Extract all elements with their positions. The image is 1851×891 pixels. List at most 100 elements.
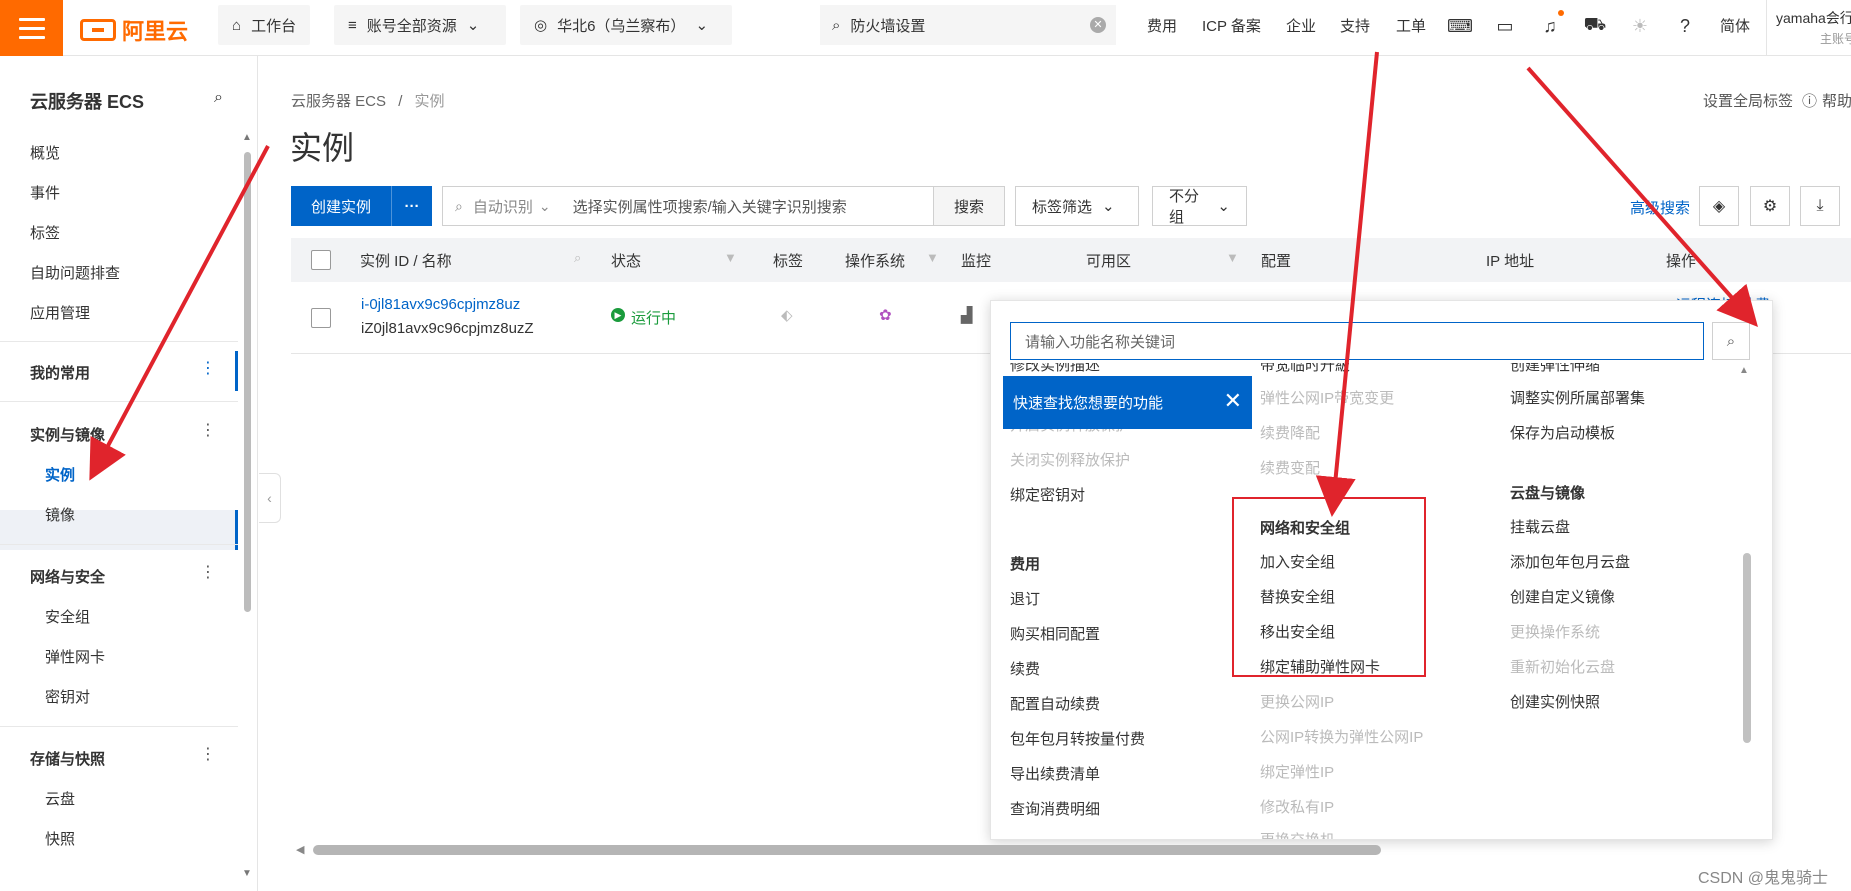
- popup-item[interactable]: 包年包月转按量付费: [1010, 728, 1145, 749]
- sidebar-item-tags[interactable]: 标签: [30, 222, 60, 243]
- global-tags-link[interactable]: 设置全局标签: [1703, 90, 1793, 111]
- popup-item[interactable]: 配置自动续费: [1010, 693, 1100, 714]
- sidebar-group-instances[interactable]: 实例与镜像: [30, 424, 105, 445]
- nav-link-enterprise[interactable]: 企业: [1286, 15, 1316, 36]
- region-dropdown[interactable]: ◎ 华北6（乌兰察布） ⌄: [520, 5, 732, 45]
- nav-link-fees[interactable]: 费用: [1147, 15, 1177, 36]
- sidebar-item-keypair[interactable]: 密钥对: [45, 686, 90, 707]
- workbench-button[interactable]: ⌂ 工作台: [218, 5, 311, 45]
- lightbulb-icon[interactable]: ☀: [1628, 14, 1652, 38]
- popup-item[interactable]: 续费: [1010, 658, 1040, 679]
- popup-item[interactable]: 绑定密钥对: [1010, 484, 1085, 505]
- breadcrumb-root[interactable]: 云服务器 ECS: [291, 93, 386, 110]
- resources-dropdown[interactable]: ≡ 账号全部资源 ⌄: [334, 5, 506, 45]
- divider: [1766, 0, 1767, 56]
- instance-filter-input[interactable]: ⌕ 自动识别 ⌄ 选择实例属性项搜索/输入关键字识别搜索: [442, 186, 934, 226]
- sidebar-group-favorite[interactable]: 我的常用: [30, 362, 90, 383]
- clear-icon[interactable]: ✕: [1090, 17, 1106, 33]
- global-search-input[interactable]: ⌕ 防火墙设置 ✕: [820, 5, 1116, 45]
- sidebar-item-images[interactable]: 镜像: [45, 504, 75, 525]
- scroll-up-icon[interactable]: ▲: [1739, 365, 1749, 376]
- tag-icon[interactable]: ⬖: [781, 306, 793, 324]
- layers-icon[interactable]: ◈: [1699, 186, 1739, 226]
- sidebar-item-instances[interactable]: 实例: [45, 464, 75, 485]
- popup-item[interactable]: 创建实例快照: [1510, 691, 1600, 712]
- sidebar-group-network[interactable]: 网络与安全: [30, 566, 105, 587]
- sidebar-item-events[interactable]: 事件: [30, 182, 60, 203]
- chevron-down-icon: ⌄: [1102, 198, 1115, 215]
- list-icon: ≡: [348, 16, 357, 34]
- more-icon[interactable]: ⋮: [200, 744, 216, 764]
- search-icon[interactable]: ⌕: [574, 250, 581, 266]
- cart-icon[interactable]: ⛟: [1583, 14, 1607, 38]
- filter-icon[interactable]: ▼: [724, 250, 737, 265]
- tag-filter-dropdown[interactable]: 标签筛选 ⌄: [1015, 186, 1139, 226]
- filter-icon[interactable]: ▼: [1226, 250, 1239, 265]
- popup-item[interactable]: 退订: [1010, 588, 1040, 609]
- search-icon[interactable]: ⌕: [214, 89, 223, 107]
- popup-item[interactable]: 调整实例所属部署集: [1510, 387, 1645, 408]
- nav-link-support[interactable]: 支持: [1340, 15, 1370, 36]
- more-icon[interactable]: ⋮: [200, 420, 216, 440]
- gear-icon[interactable]: ⚙: [1750, 186, 1790, 226]
- nav-link-icp[interactable]: ICP 备案: [1202, 15, 1261, 36]
- create-instance-button[interactable]: 创建实例 ···: [291, 186, 432, 226]
- help-icon[interactable]: ⓘ: [1802, 90, 1817, 111]
- help-icon[interactable]: ?: [1673, 14, 1697, 38]
- popup-item[interactable]: 挂载云盘: [1510, 516, 1570, 537]
- table-header: 实例 ID / 名称 ⌕ 状态 ▼ 标签 操作系统 ▼ 监控 可用区 ▼ 配置 …: [291, 238, 1851, 282]
- bell-icon[interactable]: ♫: [1538, 14, 1562, 38]
- sidebar-item-security-group[interactable]: 安全组: [45, 606, 90, 627]
- breadcrumb: 云服务器 ECS / 实例: [291, 90, 445, 111]
- monitor-chart-icon[interactable]: ▟: [961, 306, 973, 324]
- popup-item[interactable]: 查询消费明细: [1010, 798, 1100, 819]
- sidebar-item-overview[interactable]: 概览: [30, 142, 60, 163]
- code-icon[interactable]: ⌨: [1447, 14, 1473, 38]
- menu-hamburger-button[interactable]: [0, 0, 63, 56]
- instance-id-link[interactable]: i-0jl81avx9c96cpjmz8uz: [361, 296, 520, 313]
- sidebar-item-disk[interactable]: 云盘: [45, 788, 75, 809]
- download-icon[interactable]: ⤓: [1800, 186, 1840, 226]
- more-icon[interactable]: ⋮: [200, 562, 216, 582]
- sidebar-item-eni[interactable]: 弹性网卡: [45, 646, 105, 667]
- nav-link-ticket[interactable]: 工单: [1396, 15, 1426, 36]
- popup-item[interactable]: 导出续费清单: [1010, 763, 1100, 784]
- popup-item[interactable]: 添加包年包月云盘: [1510, 551, 1630, 572]
- sidebar-item-troubleshoot[interactable]: 自助问题排查: [30, 262, 120, 283]
- language-switch[interactable]: 简体: [1720, 15, 1750, 36]
- more-actions-button[interactable]: ···: [391, 186, 432, 226]
- popup-item[interactable]: 保存为启动模板: [1510, 422, 1615, 443]
- horizontal-scrollbar[interactable]: [313, 845, 1381, 855]
- filter-auto-select[interactable]: 自动识别: [473, 196, 533, 217]
- terminal-icon[interactable]: ▭: [1493, 14, 1517, 38]
- close-icon[interactable]: ✕: [1224, 389, 1242, 413]
- scroll-up-icon[interactable]: ▲: [242, 132, 252, 143]
- scroll-down-icon[interactable]: ▼: [242, 868, 252, 879]
- logo-text: 阿里云: [122, 19, 189, 44]
- sidebar-item-apps[interactable]: 应用管理: [30, 302, 90, 323]
- col-os: 操作系统: [845, 253, 906, 270]
- advanced-search-link[interactable]: 高级搜索: [1630, 197, 1690, 218]
- col-ip: IP 地址: [1486, 253, 1535, 270]
- more-icon[interactable]: ⋮: [200, 358, 216, 378]
- popup-item[interactable]: 创建自定义镜像: [1510, 586, 1615, 607]
- search-button[interactable]: 搜索: [933, 186, 1005, 226]
- logo[interactable]: 阿里云: [80, 14, 188, 46]
- help-link[interactable]: 帮助: [1822, 90, 1851, 111]
- scroll-left-icon[interactable]: ◀: [296, 843, 304, 856]
- row-checkbox[interactable]: [311, 308, 331, 328]
- popup-item[interactable]: 购买相同配置: [1010, 623, 1100, 644]
- sidebar-collapse-button[interactable]: ‹: [259, 473, 281, 523]
- user-name[interactable]: yamaha会行: [1776, 8, 1851, 28]
- search-icon[interactable]: ⌕: [1712, 322, 1750, 360]
- sidebar-item-snapshot[interactable]: 快照: [45, 828, 75, 849]
- sidebar-scrollbar[interactable]: [244, 152, 251, 612]
- sidebar-group-storage[interactable]: 存储与快照: [30, 748, 105, 769]
- group-select[interactable]: 不分组 ⌄: [1152, 186, 1247, 226]
- function-search-input[interactable]: 请输入功能名称关键词: [1010, 322, 1704, 360]
- select-all-checkbox[interactable]: [311, 250, 331, 270]
- popup-scrollbar[interactable]: [1743, 553, 1751, 743]
- watermark: CSDN @鬼鬼骑士: [1698, 870, 1829, 887]
- filter-icon[interactable]: ▼: [926, 250, 939, 265]
- chevron-down-icon: ⌄: [538, 197, 551, 214]
